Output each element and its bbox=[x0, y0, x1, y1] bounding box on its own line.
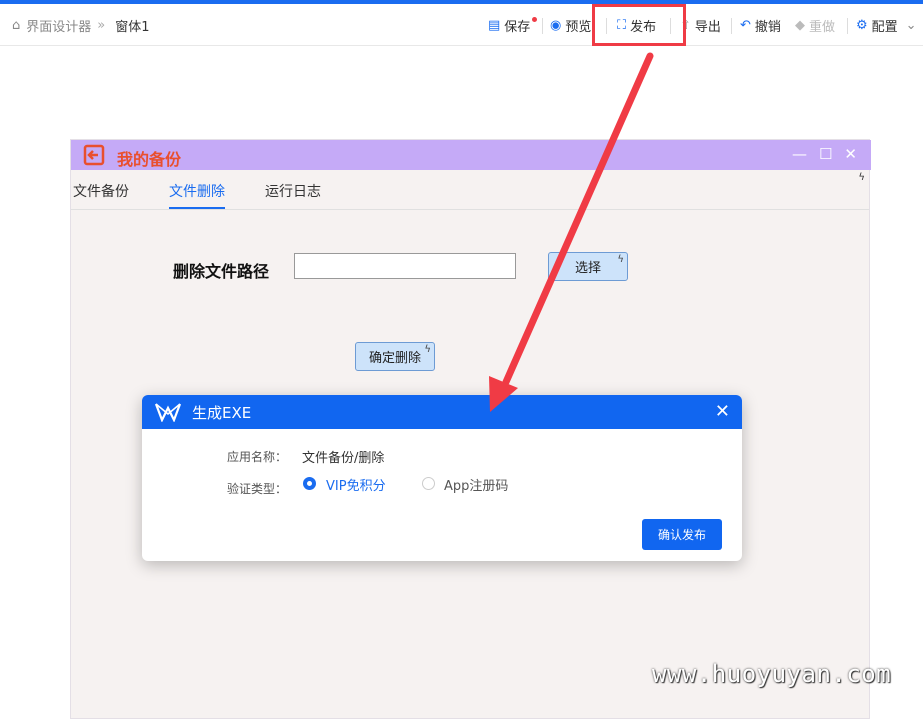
config-button[interactable]: ⚙ 配置 ⌄ bbox=[856, 16, 917, 35]
dialog-title: 生成EXE bbox=[192, 404, 252, 422]
eraser-icon: ◆ bbox=[795, 18, 805, 33]
breadcrumb-root[interactable]: 界面设计器 bbox=[26, 16, 91, 35]
select-button[interactable]: 选择 ϟ bbox=[548, 252, 628, 281]
redo-button[interactable]: ◆ 重做 bbox=[795, 16, 835, 35]
chevron-down-icon: ⌄ bbox=[905, 18, 917, 33]
active-tab-indicator bbox=[169, 207, 225, 209]
app-logo-icon bbox=[83, 144, 105, 166]
delete-path-label: 删除文件路径 bbox=[173, 262, 270, 281]
bolt-icon: ϟ bbox=[424, 344, 431, 355]
home-icon[interactable]: ⌂ bbox=[12, 18, 20, 33]
toolbar-divider bbox=[731, 18, 732, 34]
maximize-icon[interactable]: ☐ bbox=[819, 145, 832, 163]
tab-file-delete[interactable]: 文件删除 bbox=[169, 181, 225, 201]
radio-app-code[interactable] bbox=[422, 477, 435, 490]
radio-app-code-label[interactable]: App注册码 bbox=[444, 475, 508, 494]
generate-exe-dialog: 生成EXE ✕ 应用名称： 文件备份/删除 验证类型： VIP免积分 App注册… bbox=[142, 395, 742, 561]
app-name-value: 文件备份/删除 bbox=[302, 451, 385, 466]
close-icon[interactable]: ✕ bbox=[844, 145, 857, 163]
undo-icon: ↶ bbox=[740, 18, 751, 33]
undo-button[interactable]: ↶ 撤销 bbox=[740, 16, 781, 35]
radio-vip[interactable] bbox=[303, 477, 316, 490]
unsaved-dot bbox=[532, 17, 537, 22]
publish-highlight-box bbox=[592, 4, 686, 46]
form-tabs: 文件备份 文件删除 运行日志 ϟ bbox=[71, 170, 869, 210]
delete-path-input[interactable] bbox=[294, 253, 516, 279]
confirm-delete-button[interactable]: 确定删除 ϟ bbox=[355, 342, 435, 371]
confirm-publish-button[interactable]: 确认发布 bbox=[642, 519, 722, 550]
minimize-icon[interactable]: — bbox=[792, 145, 807, 163]
designer-toolbar: ⌂ 界面设计器 » 窗体1 ▤ 保存 ◉ 预览 ⛶ 发布 ⇧ 导出 ↶ 撤销 ◆… bbox=[0, 4, 923, 46]
watermark: www.huoyuyan.com bbox=[652, 660, 892, 688]
eye-icon: ◉ bbox=[550, 18, 562, 33]
gear-icon: ⚙ bbox=[856, 18, 868, 33]
export-button[interactable]: ⇧ 导出 bbox=[680, 16, 721, 35]
bolt-icon: ϟ bbox=[858, 172, 865, 183]
breadcrumb: ⌂ 界面设计器 » 窗体1 bbox=[12, 16, 150, 35]
save-icon: ▤ bbox=[488, 18, 501, 33]
form-title-bar[interactable]: 我的备份 — ☐ ✕ bbox=[71, 140, 871, 170]
preview-button[interactable]: ◉ 预览 bbox=[550, 16, 591, 35]
auth-type-label: 验证类型： bbox=[227, 482, 288, 496]
bolt-icon: ϟ bbox=[617, 254, 624, 265]
radio-vip-label[interactable]: VIP免积分 bbox=[326, 475, 386, 494]
app-name-label: 应用名称： bbox=[227, 450, 288, 464]
tab-file-backup[interactable]: 文件备份 bbox=[73, 181, 129, 201]
form-title: 我的备份 bbox=[117, 150, 182, 169]
double-chevron-icon: » bbox=[97, 18, 106, 33]
tab-run-log[interactable]: 运行日志 bbox=[265, 181, 321, 201]
close-icon[interactable]: ✕ bbox=[715, 401, 730, 422]
toolbar-divider bbox=[542, 18, 543, 34]
dialog-logo-icon bbox=[154, 403, 182, 422]
window-controls: — ☐ ✕ bbox=[792, 145, 857, 163]
toolbar-divider bbox=[847, 18, 848, 34]
save-button[interactable]: ▤ 保存 bbox=[488, 16, 530, 35]
breadcrumb-current: 窗体1 bbox=[115, 20, 150, 35]
dialog-header: 生成EXE ✕ bbox=[142, 395, 742, 429]
